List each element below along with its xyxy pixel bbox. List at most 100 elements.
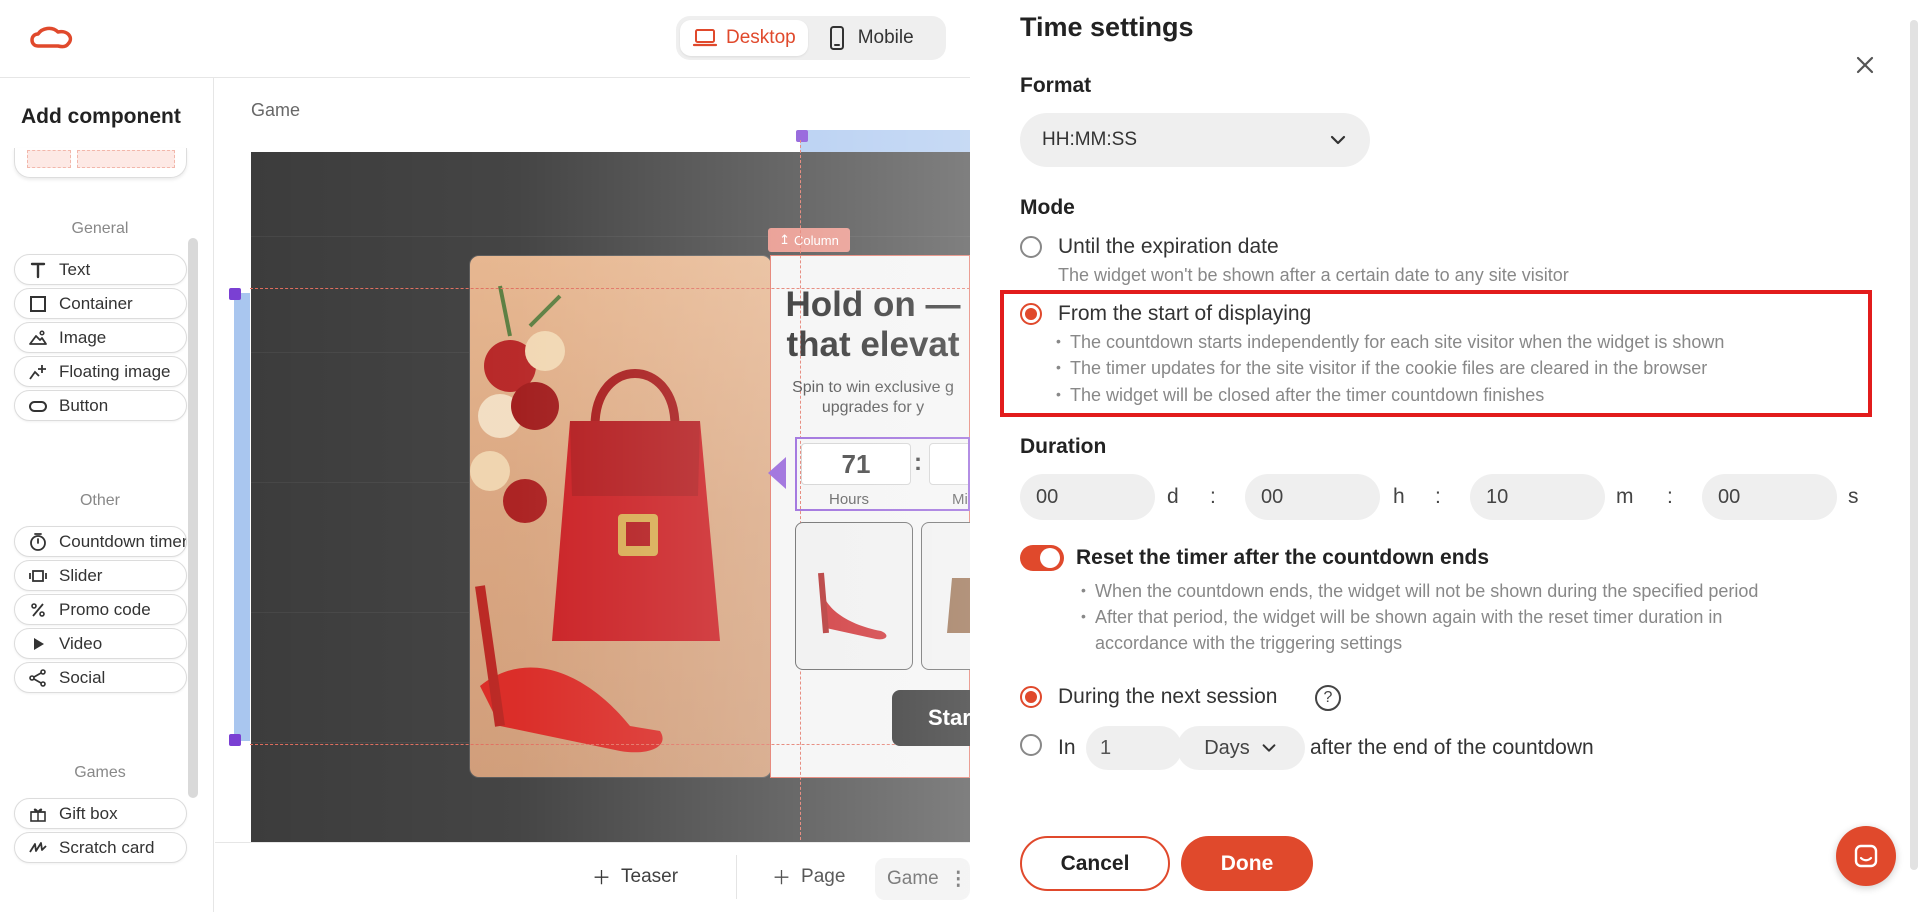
in-period-radio[interactable]: [1020, 734, 1042, 756]
component-gift-box[interactable]: Gift box: [14, 798, 187, 829]
support-chat-button[interactable]: [1836, 826, 1896, 886]
gift-icon: [27, 803, 49, 825]
period-unit-value: Days: [1204, 736, 1250, 759]
timer-minutes-label: Mi: [952, 491, 968, 508]
column-selection-handle[interactable]: [800, 130, 970, 152]
component-scratch-card[interactable]: Scratch card: [14, 832, 187, 863]
chevron-down-icon: [1262, 744, 1276, 752]
timer-hours-label: Hours: [829, 491, 870, 508]
component-label: Button: [59, 395, 109, 415]
panel-title: Time settings: [1020, 12, 1194, 42]
period-unit-select[interactable]: Days: [1177, 726, 1305, 770]
reset-period-input[interactable]: 1: [1086, 726, 1182, 770]
component-video[interactable]: Video: [14, 628, 187, 659]
row-selection-handle[interactable]: [234, 293, 250, 741]
left-arrow-icon[interactable]: [768, 457, 786, 489]
add-teaser-button[interactable]: ＋ Teaser: [592, 863, 678, 890]
component-image[interactable]: Image: [14, 322, 187, 353]
mode-until-expiration-radio[interactable]: [1020, 236, 1042, 258]
top-bar: Desktop Mobile: [0, 0, 970, 78]
duration-minutes-input[interactable]: 10: [1470, 474, 1605, 520]
popup-subtitle-line2: upgrades for y: [821, 399, 925, 416]
done-button[interactable]: Done: [1181, 836, 1313, 891]
section-other-label: Other: [79, 492, 120, 509]
mode-from-start-bullet: The countdown starts independently for e…: [1056, 332, 1724, 353]
after-countdown-label: after the end of the countdown: [1310, 736, 1594, 759]
duration-days-input[interactable]: 00: [1020, 474, 1155, 520]
component-countdown-timer[interactable]: Countdown timer: [14, 526, 187, 557]
duration-separator: :: [1667, 485, 1673, 508]
next-session-radio[interactable]: [1020, 686, 1042, 708]
component-button[interactable]: Button: [14, 390, 187, 421]
floating-image-icon: [27, 361, 49, 383]
popup-headline-line1: Hold on —: [785, 285, 961, 324]
resize-handle[interactable]: [229, 288, 241, 300]
minutes-unit: m: [1616, 485, 1634, 508]
more-vertical-icon[interactable]: ⋮: [949, 868, 968, 891]
slider-icon: [27, 565, 49, 587]
component-social[interactable]: Social: [14, 662, 187, 693]
popup-product-image[interactable]: [469, 255, 772, 778]
component-label: Slider: [59, 565, 103, 585]
component-label: Floating image: [59, 361, 171, 381]
reset-timer-bullet: After that period, the widget will be sh…: [1081, 607, 1722, 628]
help-icon[interactable]: ?: [1315, 685, 1341, 711]
game-page-tab[interactable]: Game ⋮: [875, 858, 970, 900]
pages-bar: ＋ Teaser ＋ Page Game ⋮: [215, 842, 970, 912]
close-icon[interactable]: [1850, 50, 1880, 80]
section-games-label: Games: [74, 764, 126, 781]
chat-icon: [1854, 844, 1878, 868]
resize-handle[interactable]: [796, 130, 808, 142]
column-tag[interactable]: ↥ Column: [768, 228, 850, 252]
reset-timer-label: Reset the timer after the countdown ends: [1076, 546, 1490, 569]
laptop-icon: [692, 29, 718, 47]
component-container[interactable]: Container: [14, 288, 187, 319]
reset-timer-bullet-cont: accordance with the triggering settings: [1095, 633, 1403, 653]
popup-headline[interactable]: Hold on — that elevat: [776, 285, 970, 365]
logo-icon[interactable]: [28, 24, 76, 54]
format-label: Format: [1020, 74, 1092, 97]
in-label: In: [1058, 736, 1076, 759]
duration-seconds-input[interactable]: 00: [1702, 474, 1837, 520]
popup-subtitle-line1: Spin to win exclusive g: [792, 379, 954, 396]
timer-minutes-value: [929, 443, 968, 485]
reset-timer-bullet: When the countdown ends, the widget will…: [1081, 581, 1758, 602]
countdown-timer-widget[interactable]: 71 : Hours Mi: [795, 437, 970, 511]
desktop-view-button[interactable]: Desktop: [680, 20, 808, 56]
days-unit: d: [1167, 485, 1179, 508]
product-card[interactable]: [795, 522, 913, 670]
duration-label: Duration: [1020, 435, 1107, 458]
component-floating-image[interactable]: Floating image: [14, 356, 187, 387]
sidebar-scrollbar[interactable]: [188, 238, 198, 798]
layout-block-item[interactable]: [14, 148, 187, 178]
text-icon: [27, 259, 49, 281]
popup-subtitle[interactable]: Spin to win exclusive g upgrades for y: [776, 378, 970, 418]
format-select[interactable]: HH:MM:SS: [1020, 113, 1370, 167]
red-heel-image: [818, 572, 887, 640]
component-promo-code[interactable]: Promo code: [14, 594, 187, 625]
component-text[interactable]: Text: [14, 254, 187, 285]
component-slider[interactable]: Slider: [14, 560, 187, 591]
cancel-button[interactable]: Cancel: [1020, 836, 1170, 891]
component-label: Countdown timer: [59, 531, 187, 551]
panel-scrollbar[interactable]: [1910, 20, 1918, 870]
hours-unit: h: [1393, 485, 1405, 508]
mobile-view-button[interactable]: Mobile: [812, 20, 926, 56]
sidebar-title: Add component: [21, 105, 181, 128]
duration-separator: :: [1435, 485, 1441, 508]
component-label: Text: [59, 259, 91, 279]
handbag-shoe-photo: [470, 285, 720, 753]
mode-from-start-label[interactable]: From the start of displaying: [1058, 302, 1311, 326]
resize-handle[interactable]: [229, 734, 241, 746]
timer-hours-value: 71: [801, 443, 911, 485]
add-component-sidebar: Add component General Text Container Ima…: [0, 78, 214, 912]
mode-from-start-radio[interactable]: [1020, 303, 1042, 325]
next-session-label[interactable]: During the next session: [1058, 685, 1277, 709]
seconds-unit: s: [1848, 485, 1859, 508]
mode-until-expiration-label[interactable]: Until the expiration date: [1058, 235, 1279, 259]
component-label: Video: [59, 633, 103, 653]
reset-timer-toggle[interactable]: [1020, 545, 1064, 571]
game-tab-label: Game: [887, 868, 939, 889]
add-page-button[interactable]: ＋ Page: [772, 863, 845, 890]
duration-hours-input[interactable]: 00: [1245, 474, 1380, 520]
